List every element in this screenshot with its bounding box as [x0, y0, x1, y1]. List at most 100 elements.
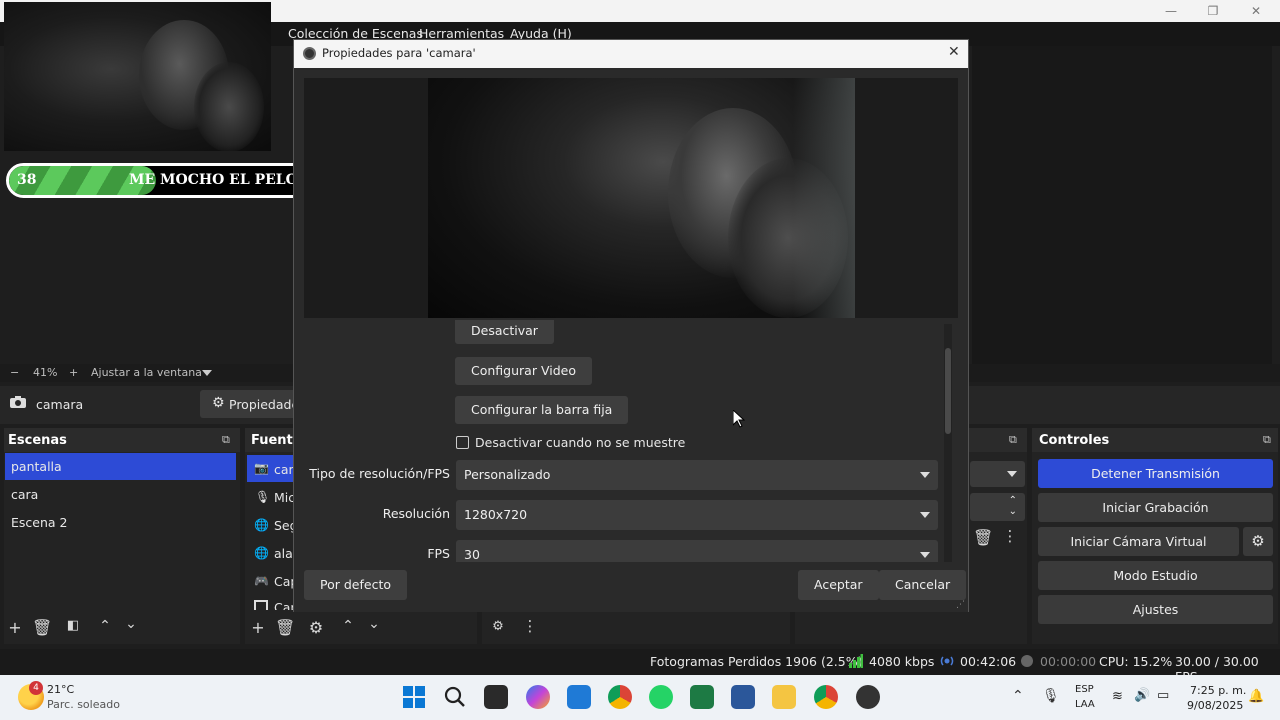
file-explorer-icon[interactable] — [772, 685, 796, 709]
zoom-out-button[interactable]: − — [10, 366, 19, 379]
resolution-select[interactable]: 1280x720 — [456, 500, 938, 530]
goal-label: ME MOCHO EL PELO — [129, 172, 298, 188]
task-view-icon[interactable] — [484, 685, 508, 709]
weather-badge: 4 — [29, 681, 43, 695]
clock-date[interactable]: 9/08/2025 — [1187, 699, 1243, 712]
signal-bars-icon — [849, 654, 863, 668]
game-capture-icon: 🎮 — [254, 574, 269, 588]
curtain — [793, 78, 855, 318]
resize-grip-icon[interactable]: ⋰ — [956, 600, 965, 610]
word-icon[interactable] — [731, 685, 755, 709]
preview-canvas-right — [972, 46, 1272, 364]
resolution-value: 1280x720 — [464, 507, 528, 522]
battery-icon[interactable]: ▭ — [1157, 688, 1169, 703]
microphone-icon[interactable]: 🎙 — [1042, 688, 1060, 704]
deactivate-when-hidden-checkbox[interactable] — [456, 436, 469, 449]
dialog-camera-preview — [304, 78, 958, 318]
move-up-icon[interactable]: ⌃ — [338, 618, 358, 634]
zoom-in-button[interactable]: + — [69, 366, 78, 379]
stop-streaming-button[interactable]: Detener Transmisión — [1038, 459, 1273, 488]
whatsapp-icon[interactable] — [649, 685, 673, 709]
obs-icon[interactable] — [856, 685, 880, 709]
defaults-button[interactable]: Por defecto — [304, 570, 407, 600]
settings-button[interactable]: Ajustes — [1038, 595, 1273, 624]
wifi-icon[interactable]: ≋ — [1112, 689, 1123, 704]
monitor-icon — [254, 600, 268, 610]
scene-item[interactable]: Escena 2 — [5, 509, 236, 536]
resolution-label: Resolución — [382, 506, 450, 521]
properties-button[interactable]: ⚙ Propiedades — [200, 390, 306, 418]
stream-time: 00:42:06 — [960, 654, 1017, 669]
move-up-icon[interactable]: ⌃ — [95, 618, 115, 634]
scrollbar-thumb[interactable] — [945, 348, 951, 434]
chevron-down-icon[interactable] — [202, 370, 212, 376]
move-down-icon[interactable]: ⌄ — [121, 616, 141, 632]
trash-icon[interactable]: 🗑 — [32, 618, 52, 637]
move-down-icon[interactable]: ⌄ — [364, 616, 384, 632]
chevron-up-icon[interactable]: ⌃ — [1009, 495, 1017, 506]
undock-icon[interactable]: ⧉ — [1009, 433, 1017, 447]
volume-icon[interactable]: 🔊 — [1134, 688, 1150, 703]
add-icon[interactable]: + — [5, 618, 25, 637]
more-options-icon[interactable]: ⋮ — [520, 617, 540, 635]
chevron-up-icon[interactable]: ⌃ — [1012, 688, 1024, 704]
webcam-preview — [4, 2, 271, 151]
language-bottom[interactable]: LAA — [1075, 699, 1095, 710]
notification-icon[interactable]: 🔔 — [1248, 689, 1264, 704]
mouse-cursor-icon — [732, 408, 746, 428]
fps-label: FPS — [427, 546, 450, 561]
chevron-down-icon — [920, 472, 930, 478]
gear-icon[interactable]: ⚙ — [306, 618, 326, 637]
undock-icon[interactable]: ⧉ — [1263, 433, 1271, 447]
chevron-down-icon — [920, 552, 930, 558]
fps-select[interactable]: 30 — [456, 540, 938, 562]
trash-icon[interactable]: 🗑 — [973, 528, 993, 547]
close-window-icon[interactable]: ✕ — [1247, 2, 1265, 20]
configure-video-button[interactable]: Configurar Video — [455, 357, 592, 385]
configure-crossbar-button[interactable]: Configurar la barra fija — [455, 396, 629, 424]
transition-select[interactable] — [970, 461, 1025, 487]
goal-current: 38 — [17, 172, 37, 188]
more-options-icon[interactable]: ⋮ — [1000, 527, 1020, 545]
microphone-icon: 🎙 — [255, 490, 271, 504]
duration-spinbox[interactable]: ⌃ ⌄ — [970, 493, 1025, 521]
start-recording-button[interactable]: Iniciar Grabación — [1038, 493, 1273, 522]
restore-icon[interactable]: ❐ — [1204, 2, 1222, 20]
resolution-type-select[interactable]: Personalizado — [456, 460, 938, 490]
trash-icon[interactable]: 🗑 — [275, 618, 295, 637]
scene-item[interactable]: pantalla — [5, 453, 236, 480]
search-icon[interactable] — [444, 686, 466, 708]
virtual-camera-settings-gear-icon[interactable]: ⚙ — [1243, 527, 1273, 556]
filter-icon[interactable]: ◧ — [63, 618, 83, 633]
deactivate-button[interactable]: Desactivar — [455, 320, 554, 344]
excel-icon[interactable] — [690, 685, 714, 709]
store-icon[interactable] — [567, 685, 591, 709]
add-icon[interactable]: + — [248, 618, 268, 637]
mixer-settings-icon[interactable]: ⚙ — [488, 619, 508, 634]
undock-icon[interactable]: ⧉ — [222, 433, 230, 447]
language-top[interactable]: ESP — [1075, 684, 1094, 695]
dialog-title: Propiedades para 'camara' — [322, 46, 476, 60]
chevron-down-icon[interactable]: ⌄ — [1009, 506, 1017, 517]
studio-mode-button[interactable]: Modo Estudio — [1038, 561, 1273, 590]
chrome-profile-icon[interactable] — [814, 685, 838, 709]
minimize-icon[interactable]: — — [1162, 2, 1180, 20]
windows-start-icon[interactable] — [403, 686, 425, 708]
cancel-button[interactable]: Cancelar — [879, 570, 967, 600]
chrome-icon[interactable] — [608, 685, 632, 709]
scene-item[interactable]: cara — [5, 481, 236, 508]
source-item[interactable]: Mic — [274, 490, 295, 505]
deactivate-when-hidden-label: Desactivar cuando no se muestre — [475, 435, 686, 450]
accept-button[interactable]: Aceptar — [798, 570, 879, 600]
dialog-titlebar: Propiedades para 'camara' ✕ — [294, 40, 968, 68]
fit-window-label[interactable]: Ajustar a la ventana — [91, 366, 202, 379]
copilot-icon[interactable] — [526, 685, 550, 709]
selected-source-name: camara — [36, 397, 84, 412]
start-virtual-camera-button[interactable]: Iniciar Cámara Virtual — [1038, 527, 1239, 556]
scenes-title: Escenas — [8, 433, 67, 448]
scrollbar-track[interactable] — [944, 324, 952, 564]
close-icon[interactable]: ✕ — [948, 44, 960, 60]
clock-time[interactable]: 7:25 p. m. — [1190, 684, 1246, 697]
chevron-down-icon — [1007, 471, 1017, 477]
camera-icon — [10, 396, 26, 408]
